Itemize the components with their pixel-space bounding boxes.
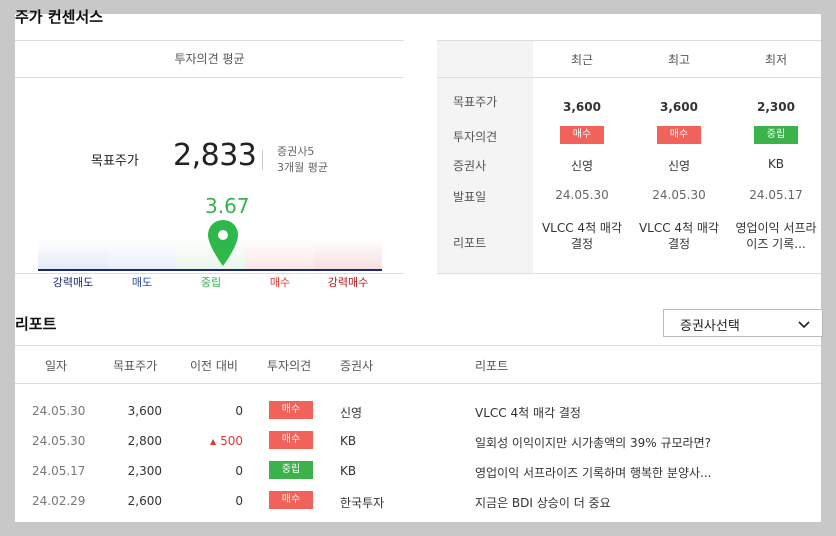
row-label-opinion: 투자의견 xyxy=(453,130,498,144)
table-row: 24.05.30 3,600 0 매수 신영 VLCC 4척 매각 결정 xyxy=(15,396,821,426)
high-report-link[interactable]: VLCC 4척 매각 결정 xyxy=(633,220,725,252)
target-price-meta: 증권사5 3개월 평균 xyxy=(277,144,328,176)
scale-segment-strong-buy xyxy=(314,239,382,269)
row-label-broker: 증권사 xyxy=(453,159,487,173)
scale-segment-buy xyxy=(245,239,314,269)
recent-report-link[interactable]: VLCC 4척 매각 결정 xyxy=(536,220,628,252)
row-change: 0 xyxy=(235,404,243,418)
divider xyxy=(262,150,263,170)
row-target-price: 2,300 xyxy=(127,464,162,478)
col-header-opinion: 투자의견 xyxy=(267,359,312,373)
opinion-score: 3.67 xyxy=(205,194,250,218)
opinion-badge: 매수 xyxy=(560,126,604,144)
row-target-price: 2,800 xyxy=(127,434,162,448)
recent-date: 24.05.30 xyxy=(555,188,609,202)
broker-select[interactable]: 증권사선택 xyxy=(663,309,823,337)
report-title-link[interactable]: 일회성 이익이지만 시가총액의 39% 규모라면? xyxy=(475,434,711,451)
section-title: 주가 컨센서스 xyxy=(15,8,104,26)
row-broker: 한국투자 xyxy=(340,496,385,510)
row-change: 500 xyxy=(220,434,243,448)
row-date: 24.05.17 xyxy=(32,464,86,478)
opinion-badge: 매수 xyxy=(269,491,313,509)
row-broker: KB xyxy=(340,434,357,448)
report-title-link[interactable]: 영업이익 서프라이즈 기록하며 행복한 분양사... xyxy=(475,464,711,481)
reports-title: 리포트 xyxy=(15,315,57,333)
high-date: 24.05.30 xyxy=(652,188,706,202)
row-change: 0 xyxy=(235,494,243,508)
average-period: 3개월 평균 xyxy=(277,161,328,174)
recent-opinion: 매수 xyxy=(537,126,627,144)
scale-label-strong-sell: 강력매도 xyxy=(52,276,94,289)
scale-segment-sell xyxy=(107,239,176,269)
col-header-low: 최저 xyxy=(764,53,788,67)
row-target-price: 2,600 xyxy=(127,494,162,508)
row-label-date: 발표일 xyxy=(453,190,487,204)
low-target-price: 2,300 xyxy=(757,100,795,114)
reports-table-header: 일자 목표주가 이전 대비 투자의견 증권사 리포트 xyxy=(15,345,821,384)
opinion-badge: 중립 xyxy=(754,126,798,144)
scale-label-sell: 매도 xyxy=(131,276,153,289)
high-broker: 신영 xyxy=(667,159,691,173)
opinion-badge: 매수 xyxy=(269,401,313,419)
opinion-badge: 매수 xyxy=(269,431,313,449)
scale-label-neutral: 중립 xyxy=(200,276,222,289)
col-header-date: 일자 xyxy=(45,359,68,373)
low-report-link[interactable]: 영업이익 서프라이즈 기록... xyxy=(730,220,822,252)
row-date: 24.05.30 xyxy=(32,434,86,448)
divider xyxy=(15,273,404,274)
consensus-panel: 투자의견 평균 목표주가 2,833 증권사5 3개월 평균 3.67 강력매도… xyxy=(15,40,404,289)
col-header-report: 리포트 xyxy=(475,359,509,373)
row-label-target-price: 목표주가 xyxy=(453,95,498,109)
divider xyxy=(437,273,821,274)
recent-target-price: 3,600 xyxy=(563,100,601,114)
low-date: 24.05.17 xyxy=(749,188,803,202)
row-target-price: 3,600 xyxy=(127,404,162,418)
scale-label-strong-buy: 강력매수 xyxy=(327,276,369,289)
broker-select-value: 증권사선택 xyxy=(680,319,740,334)
recent-broker: 신영 xyxy=(570,159,594,173)
opinion-badge: 매수 xyxy=(657,126,701,144)
col-header-recent: 최근 xyxy=(570,53,594,67)
recent-high-low-table: 최근 최고 최저 목표주가 투자의견 증권사 발표일 리포트 3,600 매수 … xyxy=(437,40,821,275)
chevron-down-icon xyxy=(798,318,810,333)
high-opinion: 매수 xyxy=(634,126,724,144)
opinion-badge: 중립 xyxy=(269,461,313,479)
report-title-link[interactable]: VLCC 4척 매각 결정 xyxy=(475,404,581,421)
row-label-report: 리포트 xyxy=(453,236,487,250)
row-broker: KB xyxy=(340,464,357,478)
score-pin-icon xyxy=(206,218,240,274)
col-header-broker: 증권사 xyxy=(340,359,374,373)
target-price-value: 2,833 xyxy=(173,138,257,173)
table-row: 24.05.30 2,800 ▲ 500 매수 KB 일회성 이익이지만 시가총… xyxy=(15,426,821,456)
row-date: 24.02.29 xyxy=(32,494,86,508)
scale-segment-strong-sell xyxy=(38,239,107,269)
table-header: 최근 최고 최저 xyxy=(437,40,821,78)
high-target-price: 3,600 xyxy=(660,100,698,114)
col-header-high: 최고 xyxy=(667,53,691,67)
target-price-label: 목표주가 xyxy=(91,154,139,169)
row-date: 24.05.30 xyxy=(32,404,86,418)
analyst-count: 증권사5 xyxy=(277,145,315,158)
report-title-link[interactable]: 지금은 BDI 상승이 더 중요 xyxy=(475,494,611,511)
row-change: 0 xyxy=(235,464,243,478)
table-row: 24.02.29 2,600 0 매수 한국투자 지금은 BDI 상승이 더 중… xyxy=(15,486,821,516)
scale-label-buy: 매수 xyxy=(269,276,291,289)
col-header-target-price: 목표주가 xyxy=(113,359,158,373)
row-broker: 신영 xyxy=(340,406,363,420)
low-opinion: 중립 xyxy=(731,126,821,144)
low-broker: KB xyxy=(767,157,785,171)
col-header-change: 이전 대비 xyxy=(190,359,238,373)
table-row: 24.05.17 2,300 0 중립 KB 영업이익 서프라이즈 기록하며 행… xyxy=(15,456,821,486)
consensus-header: 투자의견 평균 xyxy=(15,40,404,78)
